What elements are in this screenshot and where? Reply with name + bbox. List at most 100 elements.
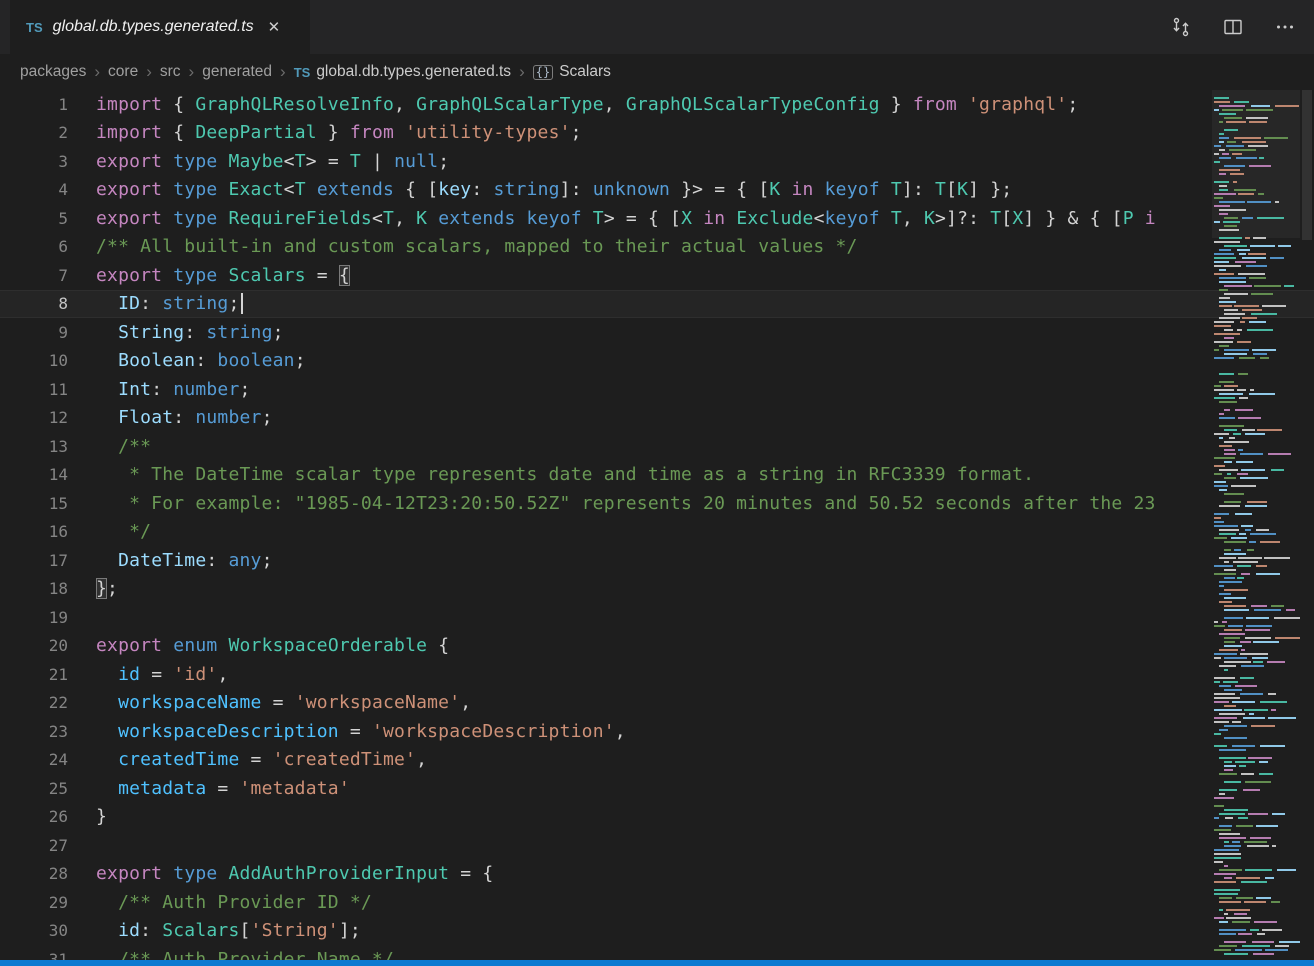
breadcrumb: packages›core›src›generated›TSglobal.db.… [0, 54, 1314, 90]
code-line[interactable]: 3export type Maybe<T> = T | null; [0, 147, 1314, 176]
line-number: 15 [0, 494, 96, 513]
code-line[interactable]: 24 createdTime = 'createdTime', [0, 746, 1314, 775]
line-number: 20 [0, 636, 96, 655]
breadcrumb-item[interactable]: packages [20, 63, 86, 81]
code-line[interactable]: 26} [0, 803, 1314, 832]
code-line[interactable]: 8 ID: string; [0, 290, 1314, 319]
code-text: export type Maybe<T> = T | null; [96, 151, 449, 172]
breadcrumb-item[interactable]: core [108, 63, 138, 81]
split-editor-icon[interactable] [1222, 16, 1244, 38]
code-line[interactable]: 30 id: Scalars['String']; [0, 917, 1314, 946]
code-line[interactable]: 28export type AddAuthProviderInput = { [0, 860, 1314, 889]
editor-tab[interactable]: TS global.db.types.generated.ts ✕ [10, 0, 310, 54]
code-text: export type AddAuthProviderInput = { [96, 863, 493, 884]
code-line[interactable]: 15 * For example: "1985-04-12T23:20:50.5… [0, 489, 1314, 518]
code-text: Boolean: boolean; [96, 350, 306, 371]
text-cursor [241, 293, 243, 314]
line-number: 28 [0, 864, 96, 883]
code-text: ID: string; [96, 293, 243, 314]
tab-bar: TS global.db.types.generated.ts ✕ [0, 0, 1314, 54]
code-line[interactable]: 25 metadata = 'metadata' [0, 774, 1314, 803]
vertical-scrollbar[interactable] [1300, 90, 1314, 960]
code-text: workspaceName = 'workspaceName', [96, 692, 471, 713]
code-line[interactable]: 23 workspaceDescription = 'workspaceDesc… [0, 717, 1314, 746]
line-number: 14 [0, 465, 96, 484]
breadcrumb-label: generated [202, 63, 272, 81]
breadcrumb-label: core [108, 63, 138, 81]
line-number: 25 [0, 779, 96, 798]
line-number: 9 [0, 323, 96, 342]
line-number: 13 [0, 437, 96, 456]
code-text: * The DateTime scalar type represents da… [96, 464, 1034, 485]
code-line[interactable]: 7export type Scalars = { [0, 261, 1314, 290]
symbol-object-icon: {} [533, 65, 553, 80]
line-number: 27 [0, 836, 96, 855]
line-number: 26 [0, 807, 96, 826]
breadcrumb-item[interactable]: src [160, 63, 181, 81]
line-number: 17 [0, 551, 96, 570]
line-number: 31 [0, 950, 96, 960]
line-number: 18 [0, 579, 96, 598]
close-tab-icon[interactable]: ✕ [268, 18, 281, 36]
code-text: /** Auth Provider Name */ [96, 949, 394, 960]
more-actions-icon[interactable] [1274, 16, 1296, 38]
status-bar-sliver [0, 960, 1314, 966]
line-number: 3 [0, 152, 96, 171]
scrollbar-slider[interactable] [1302, 90, 1312, 240]
line-number: 23 [0, 722, 96, 741]
code-text: DateTime: any; [96, 550, 273, 571]
breadcrumb-label: packages [20, 63, 86, 81]
code-line[interactable]: 4export type Exact<T extends { [key: str… [0, 176, 1314, 205]
code-editor[interactable]: 1import { GraphQLResolveInfo, GraphQLSca… [0, 90, 1314, 960]
breadcrumb-label: global.db.types.generated.ts [316, 63, 511, 81]
code-line[interactable]: 19 [0, 603, 1314, 632]
code-line[interactable]: 21 id = 'id', [0, 660, 1314, 689]
code-text: workspaceDescription = 'workspaceDescrip… [96, 721, 626, 742]
line-number: 8 [0, 294, 96, 313]
code-line[interactable]: 10 Boolean: boolean; [0, 347, 1314, 376]
line-number: 4 [0, 180, 96, 199]
line-number: 24 [0, 750, 96, 769]
line-number: 2 [0, 123, 96, 142]
breadcrumb-item[interactable]: {}Scalars [533, 63, 611, 81]
line-number: 16 [0, 522, 96, 541]
code-text: createdTime = 'createdTime', [96, 749, 427, 770]
code-text: id = 'id', [96, 664, 228, 685]
code-line[interactable]: 17 DateTime: any; [0, 546, 1314, 575]
tab-title: global.db.types.generated.ts [53, 18, 254, 36]
code-text: String: string; [96, 322, 284, 343]
minimap[interactable] [1212, 90, 1300, 960]
code-line[interactable]: 9 String: string; [0, 318, 1314, 347]
code-line[interactable]: 5export type RequireFields<T, K extends … [0, 204, 1314, 233]
line-number: 12 [0, 408, 96, 427]
code-text: export enum WorkspaceOrderable { [96, 635, 449, 656]
line-number: 10 [0, 351, 96, 370]
typescript-file-icon: TS [294, 65, 311, 80]
code-line[interactable]: 16 */ [0, 518, 1314, 547]
code-line[interactable]: 20export enum WorkspaceOrderable { [0, 632, 1314, 661]
code-line[interactable]: 29 /** Auth Provider ID */ [0, 888, 1314, 917]
code-line[interactable]: 12 Float: number; [0, 404, 1314, 433]
code-text: import { GraphQLResolveInfo, GraphQLScal… [96, 94, 1078, 115]
compare-changes-icon[interactable] [1170, 16, 1192, 38]
code-line[interactable]: 1import { GraphQLResolveInfo, GraphQLSca… [0, 90, 1314, 119]
code-line[interactable]: 27 [0, 831, 1314, 860]
code-text: export type Exact<T extends { [key: stri… [96, 179, 1012, 200]
breadcrumb-separator-icon: › [93, 62, 101, 82]
code-text: */ [96, 521, 151, 542]
code-line[interactable]: 14 * The DateTime scalar type represents… [0, 461, 1314, 490]
code-line[interactable]: 18}; [0, 575, 1314, 604]
line-number: 29 [0, 893, 96, 912]
breadcrumb-item[interactable]: TS global.db.types.generated.ts [294, 63, 511, 81]
code-text: id: Scalars['String']; [96, 920, 361, 941]
code-line[interactable]: 31 /** Auth Provider Name */ [0, 945, 1314, 960]
code-line[interactable]: 11 Int: number; [0, 375, 1314, 404]
breadcrumb-separator-icon: › [279, 62, 287, 82]
code-line[interactable]: 22 workspaceName = 'workspaceName', [0, 689, 1314, 718]
code-text: /** Auth Provider ID */ [96, 892, 372, 913]
code-line[interactable]: 2import { DeepPartial } from 'utility-ty… [0, 119, 1314, 148]
code-line[interactable]: 6/** All built-in and custom scalars, ma… [0, 233, 1314, 262]
code-line[interactable]: 13 /** [0, 432, 1314, 461]
line-number: 30 [0, 921, 96, 940]
breadcrumb-item[interactable]: generated [202, 63, 272, 81]
